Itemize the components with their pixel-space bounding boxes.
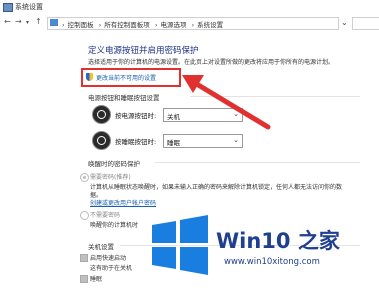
title-bar: 系统设置	[0, 0, 379, 14]
no-password-radio[interactable]	[80, 211, 89, 220]
sleep-icon	[92, 131, 111, 150]
change-settings-highlight[interactable]: 更改当前不可用的设置	[81, 68, 181, 87]
shutdown-section-title: 关机设置	[88, 243, 114, 251]
breadcrumb-item[interactable]: 电源选项	[160, 21, 186, 29]
divider	[155, 162, 360, 163]
forward-arrow-icon[interactable]: →	[15, 17, 22, 26]
power-button-label: 按电源按钮时:	[115, 112, 157, 120]
require-password-label: 需要密码(推荐)	[90, 174, 131, 181]
page-title: 定义电源按钮并启用密码保护	[88, 46, 199, 56]
chevron-down-icon: ⌄	[233, 110, 239, 118]
breadcrumb-item[interactable]: 所有控制面板项	[104, 21, 150, 29]
watermark: Win10 之家 www.win10xitong.com	[150, 205, 379, 290]
change-unavailable-settings-link[interactable]: 更改当前不可用的设置	[96, 73, 156, 82]
power-button-select[interactable]: 关机 ⌄	[163, 108, 243, 122]
sleep-checkbox[interactable]	[80, 275, 88, 283]
power-icon	[92, 105, 111, 124]
fast-startup-description: 这有助于在关机	[90, 265, 133, 272]
require-password-description: 计算机从睡眠状态唤醒时，如果未输入正确的密码来解除计算机锁定，任何人都无法访问你…	[90, 184, 343, 191]
windows-logo-icon	[152, 215, 208, 275]
create-password-link[interactable]: 创建或更改用户帐户密码	[90, 198, 156, 207]
sleep-option-label: 睡眠	[90, 276, 103, 283]
search-input[interactable]	[352, 17, 379, 30]
breadcrumb-item[interactable]: 控制面板	[68, 21, 94, 29]
address-bar-row: ← → ▾ ↑ › 控制面板 › 所有控制面板项 › 电源选项 › 系统设置 ⌄	[0, 15, 379, 31]
watermark-title: Win10 之家	[216, 229, 340, 253]
page-description: 选择适用于你的计算机的电源设置。在此页上对设置所做的更改将应用于你所有的电源计划…	[88, 59, 335, 66]
fast-startup-label: 启用快速启动	[90, 255, 127, 262]
sleep-button-select[interactable]: 睡眠 ⌄	[163, 134, 243, 148]
system-settings-window: 系统设置 ← → ▾ ↑ › 控制面板 › 所有控制面板项 › 电源选项 › 系统设置 …	[0, 0, 379, 290]
chevron-down-icon: ⌄	[233, 136, 239, 144]
power-section-title: 电源按钮和睡眠按钮设置	[88, 94, 160, 102]
watermark-url: www.win10xitong.com	[224, 257, 320, 267]
password-section-title: 唤醒时的密码保护	[88, 160, 140, 168]
control-panel-icon	[50, 19, 58, 26]
require-password-radio[interactable]	[80, 173, 89, 182]
no-password-description: 唤醒你的计算机时	[90, 222, 139, 229]
window-title: 系统设置	[15, 3, 43, 11]
divider	[190, 96, 360, 97]
breadcrumb: › 控制面板 › 所有控制面板项 › 电源选项 › 系统设置	[62, 21, 224, 29]
sleep-button-label: 按睡眠按钮时:	[115, 138, 157, 146]
history-chevron-icon[interactable]: ▾	[26, 19, 29, 26]
dropdown-chevron-icon[interactable]: ⌄	[341, 18, 348, 27]
up-arrow-icon[interactable]: ↑	[35, 17, 42, 26]
address-bar[interactable]: › 控制面板 › 所有控制面板项 › 电源选项 › 系统设置	[47, 17, 339, 30]
breadcrumb-item[interactable]: 系统设置	[197, 21, 223, 29]
back-arrow-icon[interactable]: ←	[4, 17, 11, 26]
fast-startup-checkbox[interactable]	[80, 254, 88, 262]
settings-window-icon	[3, 3, 13, 12]
no-password-label: 不需要密码	[90, 212, 121, 219]
shield-icon	[86, 73, 93, 81]
